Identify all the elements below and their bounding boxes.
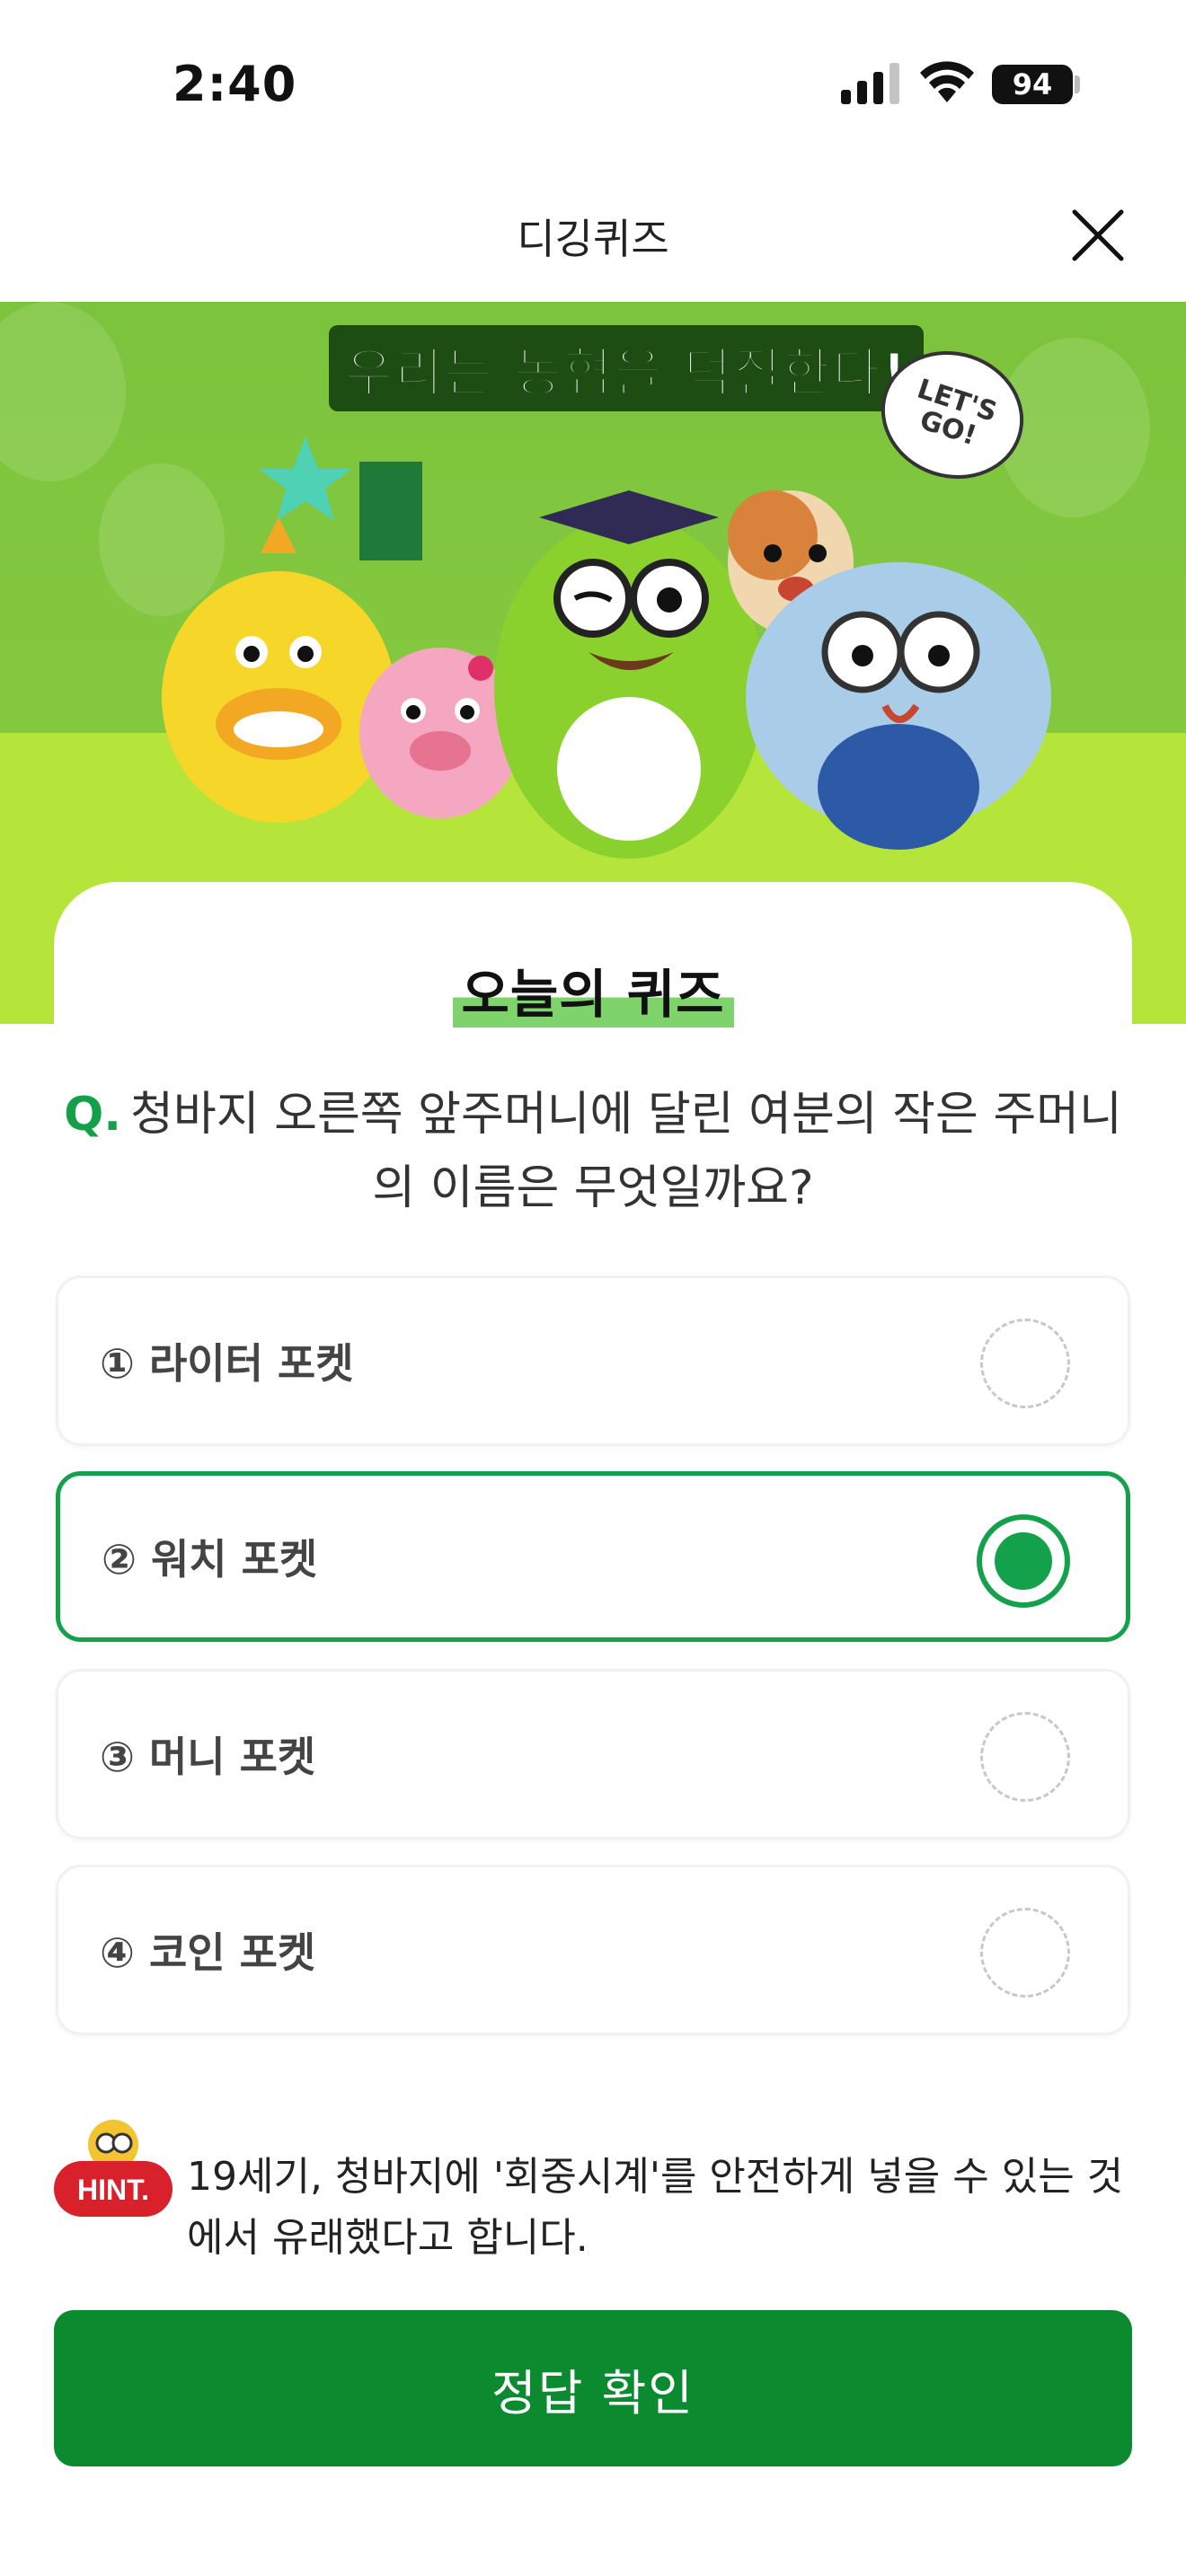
answer-option-label: ① 라이터 포켓 xyxy=(100,1339,354,1388)
battery-icon: 94 xyxy=(992,65,1073,104)
radio-unchecked-icon[interactable] xyxy=(980,1319,1070,1408)
hint-badge-label: HINT. xyxy=(77,2174,149,2206)
page-title: 디깅퀴즈 xyxy=(517,215,669,263)
mascot-characters-illustration xyxy=(162,437,1051,859)
close-icon[interactable] xyxy=(1066,203,1130,268)
radio-unchecked-icon[interactable] xyxy=(980,1908,1070,1998)
question-text: 청바지 오른쪽 앞주머니에 달린 여분의 작은 주머니의 이름은 무엇일까요? xyxy=(130,1088,1122,1215)
answer-option-1[interactable]: ① 라이터 포켓 xyxy=(56,1275,1130,1446)
header: 디깅퀴즈 xyxy=(0,171,1186,302)
battery-tip xyxy=(1075,75,1080,93)
answer-option-label: ④ 코인 포켓 xyxy=(100,1928,316,1977)
balloon-decoration xyxy=(0,302,126,481)
answer-option-2[interactable]: ② 워치 포켓 xyxy=(56,1471,1130,1642)
radio-unchecked-icon[interactable] xyxy=(980,1712,1070,1802)
answer-option-4[interactable]: ④ 코인 포켓 xyxy=(56,1865,1130,2035)
cellular-signal-icon xyxy=(841,63,899,104)
radio-checked-icon[interactable] xyxy=(977,1514,1070,1608)
hint-text: 19세기, 청바지에 '회중시계'를 안전하게 넣을 수 있는 것에서 유래했다… xyxy=(187,2154,1124,2261)
quiz-question: Q. 청바지 오른쪽 앞주머니에 달린 여분의 작은 주머니의 이름은 무엇일까요… xyxy=(54,1078,1132,1225)
quiz-card-title: 오늘의 퀴즈 xyxy=(0,952,1186,1028)
status-time: 2:40 xyxy=(173,56,297,112)
question-prefix: Q. xyxy=(64,1088,122,1142)
status-bar: 2:40 94 xyxy=(0,0,1186,171)
answer-option-label: ② 워치 포켓 xyxy=(102,1535,318,1584)
wifi-icon xyxy=(920,61,974,102)
radio-dot xyxy=(995,1532,1052,1590)
battery-level: 94 xyxy=(1012,67,1053,101)
answer-option-3[interactable]: ③ 머니 포켓 xyxy=(56,1669,1130,1839)
answer-option-label: ③ 머니 포켓 xyxy=(100,1733,316,1781)
confirm-answer-button[interactable]: 정답 확인 xyxy=(54,2310,1132,2466)
hint-badge-icon: HINT. xyxy=(54,2120,173,2217)
today-quiz-label: 오늘의 퀴즈 xyxy=(452,952,734,1028)
banner-headline: 우리는 농협을 덕질한다! xyxy=(329,325,925,411)
